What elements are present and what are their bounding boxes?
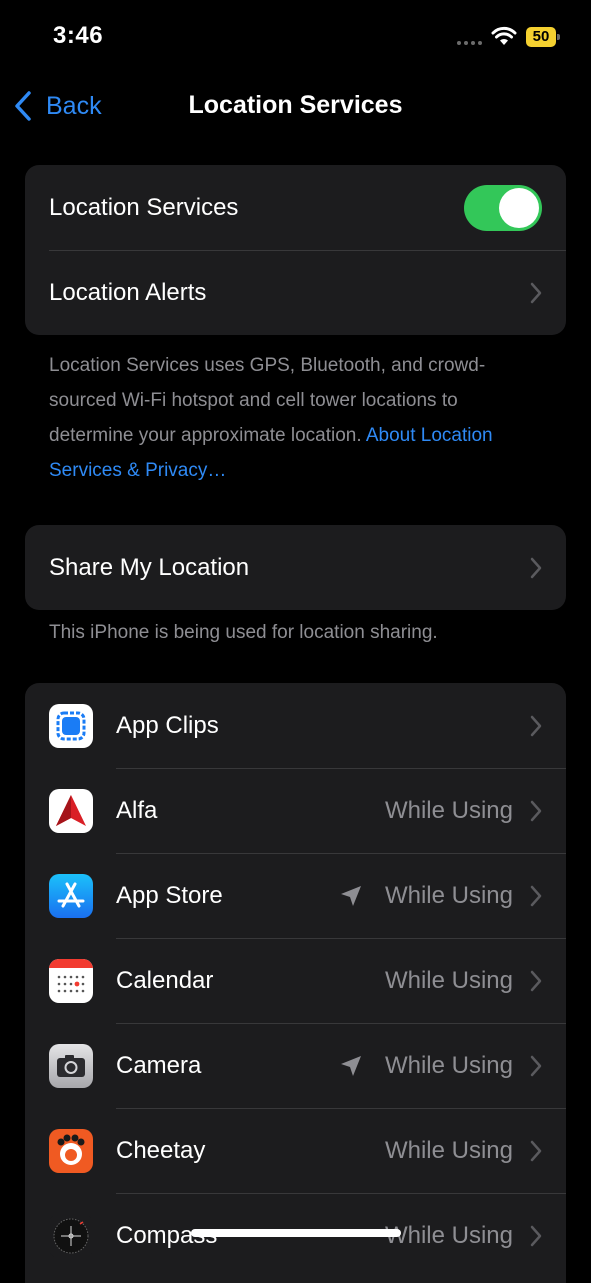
page-title: Location Services bbox=[188, 91, 403, 119]
app-permission: While Using bbox=[384, 1051, 513, 1079]
location-services-description: Location Services uses GPS, Bluetooth, a… bbox=[49, 348, 544, 488]
app-list-group: App Clips Alfa While Using App Store Whi… bbox=[25, 683, 566, 1283]
chevron-right-icon bbox=[530, 282, 542, 303]
app-permission: While Using bbox=[384, 966, 513, 994]
home-indicator[interactable] bbox=[191, 1229, 401, 1237]
app-row-app-store[interactable]: App Store While Using bbox=[25, 853, 566, 938]
app-name: App Store bbox=[116, 881, 223, 909]
app-clips-icon bbox=[49, 703, 93, 748]
app-name: Camera bbox=[116, 1051, 202, 1079]
app-row-alfa[interactable]: Alfa While Using bbox=[25, 768, 566, 853]
battery-level: 50 bbox=[526, 27, 556, 47]
compass-icon bbox=[49, 1213, 93, 1258]
app-permission: While Using bbox=[384, 881, 513, 909]
location-settings-group: Location Services Location Alerts bbox=[25, 165, 566, 335]
share-location-footer: This iPhone is being used for location s… bbox=[49, 622, 438, 643]
chevron-right-icon bbox=[530, 800, 542, 821]
app-permission: While Using bbox=[384, 1136, 513, 1164]
chevron-right-icon bbox=[530, 557, 542, 578]
location-alerts-label: Location Alerts bbox=[49, 278, 207, 306]
chevron-right-icon bbox=[530, 715, 542, 736]
app-name: App Clips bbox=[116, 711, 219, 739]
status-bar: 3:46 50 bbox=[0, 0, 591, 70]
app-row-calendar[interactable]: Calendar While Using bbox=[25, 938, 566, 1023]
app-name: Alfa bbox=[116, 796, 158, 824]
app-name: Calendar bbox=[116, 966, 214, 994]
navigation-bar: Back Location Services bbox=[0, 78, 591, 134]
app-permission: While Using bbox=[384, 796, 513, 824]
cellular-signal-icon bbox=[457, 41, 482, 45]
app-row-camera[interactable]: Camera While Using bbox=[25, 1023, 566, 1108]
location-services-toggle[interactable] bbox=[464, 184, 542, 231]
share-my-location-label: Share My Location bbox=[49, 553, 250, 581]
status-time: 3:46 bbox=[53, 22, 104, 49]
chevron-right-icon bbox=[530, 885, 542, 906]
battery-icon: 50 bbox=[526, 27, 560, 47]
share-my-location-row[interactable]: Share My Location bbox=[25, 525, 566, 610]
app-name: Cheetay bbox=[116, 1136, 206, 1164]
location-services-label: Location Services bbox=[49, 193, 239, 221]
location-services-row: Location Services bbox=[25, 165, 566, 250]
wifi-icon bbox=[491, 26, 517, 45]
chevron-right-icon bbox=[530, 1140, 542, 1161]
cheetay-icon bbox=[49, 1128, 93, 1173]
chevron-right-icon bbox=[530, 970, 542, 991]
app-permission: While Using bbox=[384, 1221, 513, 1249]
location-arrow-icon bbox=[341, 1055, 361, 1076]
location-alerts-row[interactable]: Location Alerts bbox=[25, 250, 566, 335]
share-location-group: Share My Location bbox=[25, 525, 566, 610]
camera-icon bbox=[49, 1043, 93, 1088]
app-row-app-clips[interactable]: App Clips bbox=[25, 683, 566, 768]
app-store-icon bbox=[49, 873, 93, 918]
calendar-icon bbox=[49, 958, 93, 1003]
alfa-icon bbox=[49, 788, 93, 833]
app-row-cheetay[interactable]: Cheetay While Using bbox=[25, 1108, 566, 1193]
location-arrow-icon bbox=[341, 885, 361, 906]
chevron-right-icon bbox=[530, 1225, 542, 1246]
chevron-right-icon bbox=[530, 1055, 542, 1076]
